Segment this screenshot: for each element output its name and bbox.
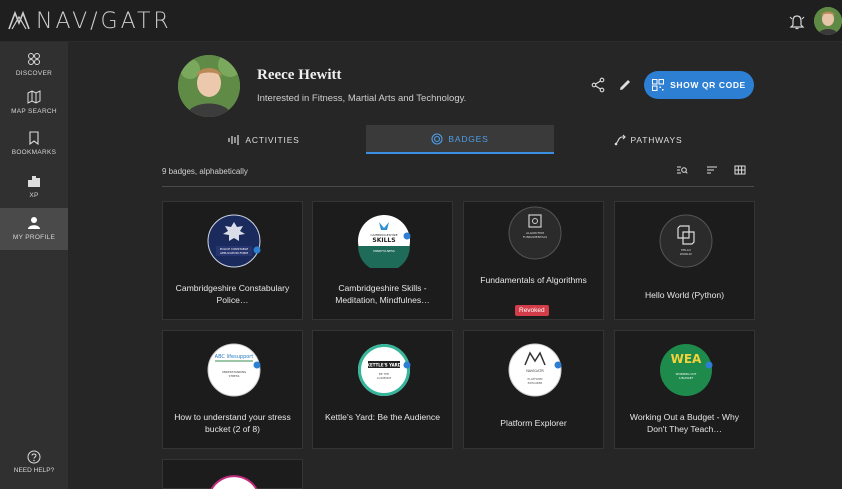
tab-label: BADGES bbox=[448, 133, 489, 144]
tab-badges[interactable]: BADGES bbox=[366, 125, 554, 154]
kettles-yard-badge-image: KETTLE'S YARD BE THE AUDIENCE bbox=[358, 344, 411, 396]
help-icon bbox=[27, 450, 41, 464]
tab-label: PATHWAYS bbox=[630, 134, 683, 145]
need-help-button[interactable]: NEED HELP? bbox=[0, 450, 68, 474]
badge-card[interactable]: ALGORITHM FUNDAMENTALS Fundamentals of A… bbox=[463, 201, 604, 320]
badge-title: Hello World (Python) bbox=[644, 290, 725, 300]
svg-text:EXPLORER: EXPLORER bbox=[528, 381, 543, 385]
top-bar: NAV/GATR bbox=[0, 0, 842, 42]
badge-card[interactable] bbox=[162, 459, 303, 489]
sidebar-item-discover[interactable]: DISCOVER bbox=[0, 52, 68, 92]
badge-title: How to understand your stress bucket (2 … bbox=[174, 412, 291, 434]
svg-text:AUDIENCE: AUDIENCE bbox=[377, 376, 392, 380]
sidebar-item-label: BOOKMARKS bbox=[11, 149, 57, 156]
platform-explorer-badge-image: NAVIGATR PLATFORM EXPLORER bbox=[508, 343, 562, 397]
svg-text:MINDFULNESS: MINDFULNESS bbox=[373, 249, 395, 253]
badge-card[interactable]: HELLO WORLD! Hello World (Python) bbox=[614, 201, 755, 320]
user-avatar[interactable] bbox=[814, 7, 842, 35]
cambridgeshire-skills-badge-image: CAMBRIDGESHIRE SKILLS MINDFULNESS bbox=[358, 215, 411, 268]
navigatr-logo-icon bbox=[8, 10, 30, 30]
wea-budget-badge-image: WEA WORKING OUT A BUDGET bbox=[660, 344, 713, 396]
profile-bio: Interested in Fitness, Martial Arts and … bbox=[257, 93, 467, 104]
map-icon bbox=[27, 90, 41, 104]
badge-title: Cambridgeshire Constabulary Police… bbox=[175, 283, 290, 305]
svg-text:SKILLS: SKILLS bbox=[372, 237, 395, 244]
algorithm-badge-image: ALGORITHM FUNDAMENTALS bbox=[508, 206, 562, 260]
sort-icon[interactable] bbox=[706, 164, 718, 176]
badge-card[interactable]: NAVIGATR PLATFORM EXPLORER Platform Expl… bbox=[463, 330, 604, 449]
svg-text:ABC lifesupport: ABC lifesupport bbox=[215, 354, 254, 360]
profile-name: Reece Hewitt bbox=[257, 67, 342, 83]
svg-text:A BUDGET: A BUDGET bbox=[679, 376, 694, 380]
badge-card[interactable]: POLICE CONSTABLE APPLICATION FORM Cambri… bbox=[162, 201, 303, 320]
tab-activities[interactable]: ACTIVITIES bbox=[162, 125, 366, 154]
stress-bucket-badge-image: ABC lifesupport UNDERSTANDING STRESS bbox=[207, 343, 261, 397]
sidebar-item-map-search[interactable]: MAP SEARCH bbox=[0, 90, 68, 130]
svg-text:NAVIGATR: NAVIGATR bbox=[526, 369, 544, 373]
badge-title: Fundamentals of Algorithms bbox=[480, 275, 587, 285]
help-label: NEED HELP? bbox=[13, 467, 55, 474]
badge-title: Kettle's Yard: Be the Audience bbox=[324, 412, 441, 422]
badge-card[interactable]: WEA WORKING OUT A BUDGET Working Out a B… bbox=[614, 330, 755, 449]
svg-text:STRESS: STRESS bbox=[229, 374, 240, 378]
activity-icon bbox=[228, 134, 239, 145]
list-divider bbox=[162, 186, 754, 187]
revoked-status-badge: Revoked bbox=[515, 305, 549, 316]
discover-icon bbox=[28, 53, 40, 65]
sidebar: DISCOVER MAP SEARCH BOOKMARKS XP MY PROF… bbox=[0, 42, 68, 489]
sidebar-item-label: DISCOVER bbox=[15, 70, 53, 77]
badge-count-text: 9 badges, alphabetically bbox=[162, 167, 248, 176]
sidebar-item-label: MY PROFILE bbox=[12, 234, 56, 241]
sidebar-item-my-profile[interactable]: MY PROFILE bbox=[0, 208, 68, 250]
notification-bell-icon[interactable] bbox=[788, 13, 806, 31]
tab-label: ACTIVITIES bbox=[245, 134, 300, 145]
svg-text:FUNDAMENTALS: FUNDAMENTALS bbox=[523, 235, 548, 239]
tab-pathways[interactable]: PATHWAYS bbox=[554, 125, 742, 154]
badge-title: Platform Explorer bbox=[500, 418, 567, 428]
app-logo-text: NAV/GATR bbox=[36, 8, 172, 34]
share-icon[interactable] bbox=[590, 77, 606, 93]
search-list-icon[interactable] bbox=[676, 164, 688, 176]
app-logo[interactable]: NAV/GATR bbox=[6, 8, 172, 34]
bookmark-icon bbox=[29, 131, 39, 145]
svg-text:KETTLE'S YARD: KETTLE'S YARD bbox=[367, 362, 402, 367]
badge-title: Working Out a Budget - Why Don't They Te… bbox=[629, 412, 740, 434]
badge-icon bbox=[431, 132, 443, 145]
badge-card[interactable]: KETTLE'S YARD BE THE AUDIENCE Kettle's Y… bbox=[312, 330, 453, 449]
svg-text:WORLD!: WORLD! bbox=[680, 252, 693, 256]
sidebar-item-label: XP bbox=[29, 192, 39, 199]
svg-text:APPLICATION FORM: APPLICATION FORM bbox=[220, 251, 249, 255]
police-badge-image: POLICE CONSTABLE APPLICATION FORM bbox=[207, 214, 261, 268]
badge-image bbox=[210, 475, 258, 489]
profile-photo bbox=[178, 55, 240, 117]
sidebar-item-label: MAP SEARCH bbox=[11, 108, 57, 115]
qr-button-label: SHOW QR CODE bbox=[670, 80, 746, 90]
pathway-icon bbox=[614, 134, 626, 145]
sidebar-item-bookmarks[interactable]: BOOKMARKS bbox=[0, 131, 68, 171]
svg-text:WEA: WEA bbox=[671, 352, 702, 366]
profile-tabs: ACTIVITIES BADGES PATHWAYS bbox=[162, 125, 742, 154]
qr-code-icon bbox=[652, 79, 665, 91]
badge-card[interactable]: CAMBRIDGESHIRE SKILLS MINDFULNESS Cambri… bbox=[312, 201, 453, 320]
badge-card[interactable]: ABC lifesupport UNDERSTANDING STRESS How… bbox=[162, 330, 303, 449]
python-badge-image: HELLO WORLD! bbox=[659, 214, 713, 268]
edit-pencil-icon[interactable] bbox=[618, 78, 632, 92]
show-qr-code-button[interactable]: SHOW QR CODE bbox=[644, 71, 754, 99]
grid-view-icon[interactable] bbox=[734, 164, 746, 176]
xp-icon bbox=[28, 176, 40, 187]
person-icon bbox=[28, 217, 40, 229]
badge-title: Cambridgeshire Skills - Meditation, Mind… bbox=[335, 283, 430, 305]
